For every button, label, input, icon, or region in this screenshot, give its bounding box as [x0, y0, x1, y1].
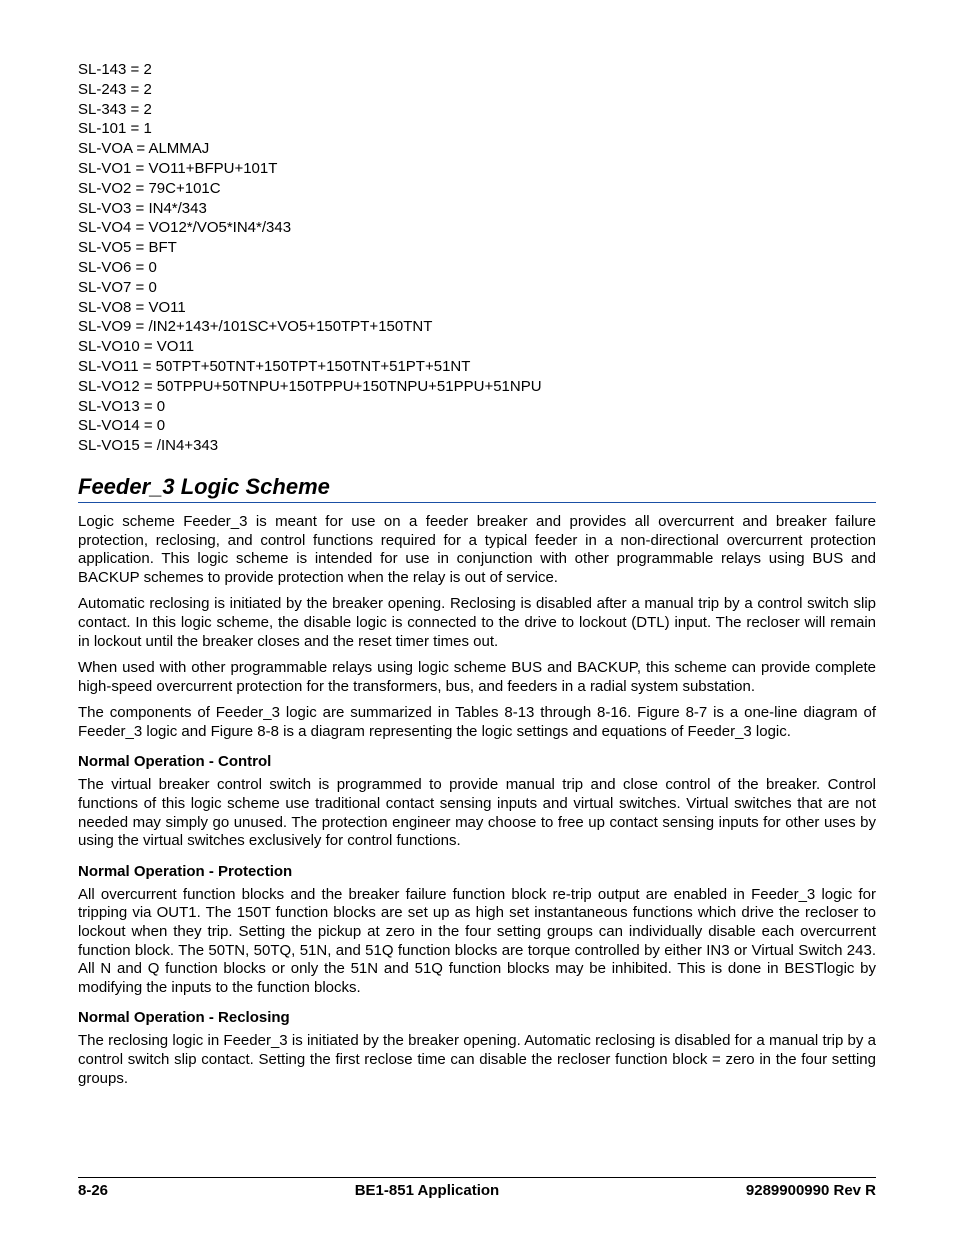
logic-setting-line: SL-VO13 = 0 — [78, 397, 876, 417]
subsection-heading: Normal Operation - Reclosing — [78, 1009, 876, 1026]
logic-settings-list: SL-143 = 2SL-243 = 2SL-343 = 2SL-101 = 1… — [78, 60, 876, 456]
logic-setting-line: SL-VO1 = VO11+BFPU+101T — [78, 159, 876, 179]
logic-setting-line: SL-VOA = ALMMAJ — [78, 139, 876, 159]
logic-setting-line: SL-VO3 = IN4*/343 — [78, 199, 876, 219]
logic-setting-line: SL-VO8 = VO11 — [78, 298, 876, 318]
logic-setting-line: SL-101 = 1 — [78, 119, 876, 139]
footer-doc-title: BE1-851 Application — [355, 1182, 499, 1199]
section-paragraph: The components of Feeder_3 logic are sum… — [78, 704, 876, 741]
logic-setting-line: SL-143 = 2 — [78, 60, 876, 80]
subsection-paragraph: The virtual breaker control switch is pr… — [78, 776, 876, 850]
footer-page-number: 8-26 — [78, 1182, 108, 1199]
logic-setting-line: SL-VO15 = /IN4+343 — [78, 436, 876, 456]
subsection-heading: Normal Operation - Control — [78, 753, 876, 770]
logic-setting-line: SL-343 = 2 — [78, 100, 876, 120]
logic-setting-line: SL-VO7 = 0 — [78, 278, 876, 298]
section-paragraph: Automatic reclosing is initiated by the … — [78, 595, 876, 651]
logic-setting-line: SL-VO9 = /IN2+143+/101SC+VO5+150TPT+150T… — [78, 317, 876, 337]
subsection-heading: Normal Operation - Protection — [78, 863, 876, 880]
logic-setting-line: SL-VO5 = BFT — [78, 238, 876, 258]
subsection-paragraph: All overcurrent function blocks and the … — [78, 886, 876, 998]
subsection-paragraph: The reclosing logic in Feeder_3 is initi… — [78, 1032, 876, 1088]
logic-setting-line: SL-243 = 2 — [78, 80, 876, 100]
section-title: Feeder_3 Logic Scheme — [78, 474, 876, 503]
logic-setting-line: SL-VO14 = 0 — [78, 416, 876, 436]
logic-setting-line: SL-VO10 = VO11 — [78, 337, 876, 357]
section-paragraph: Logic scheme Feeder_3 is meant for use o… — [78, 513, 876, 587]
logic-setting-line: SL-VO11 = 50TPT+50TNT+150TPT+150TNT+51PT… — [78, 357, 876, 377]
logic-setting-line: SL-VO2 = 79C+101C — [78, 179, 876, 199]
footer-revision: 9289900990 Rev R — [746, 1182, 876, 1199]
logic-setting-line: SL-VO12 = 50TPPU+50TNPU+150TPPU+150TNPU+… — [78, 377, 876, 397]
logic-setting-line: SL-VO4 = VO12*/VO5*IN4*/343 — [78, 218, 876, 238]
page-footer: 8-26 BE1-851 Application 9289900990 Rev … — [78, 1177, 876, 1199]
section-paragraph: When used with other programmable relays… — [78, 659, 876, 696]
logic-setting-line: SL-VO6 = 0 — [78, 258, 876, 278]
section-body: Logic scheme Feeder_3 is meant for use o… — [78, 513, 876, 1088]
page: SL-143 = 2SL-243 = 2SL-343 = 2SL-101 = 1… — [0, 0, 954, 1235]
